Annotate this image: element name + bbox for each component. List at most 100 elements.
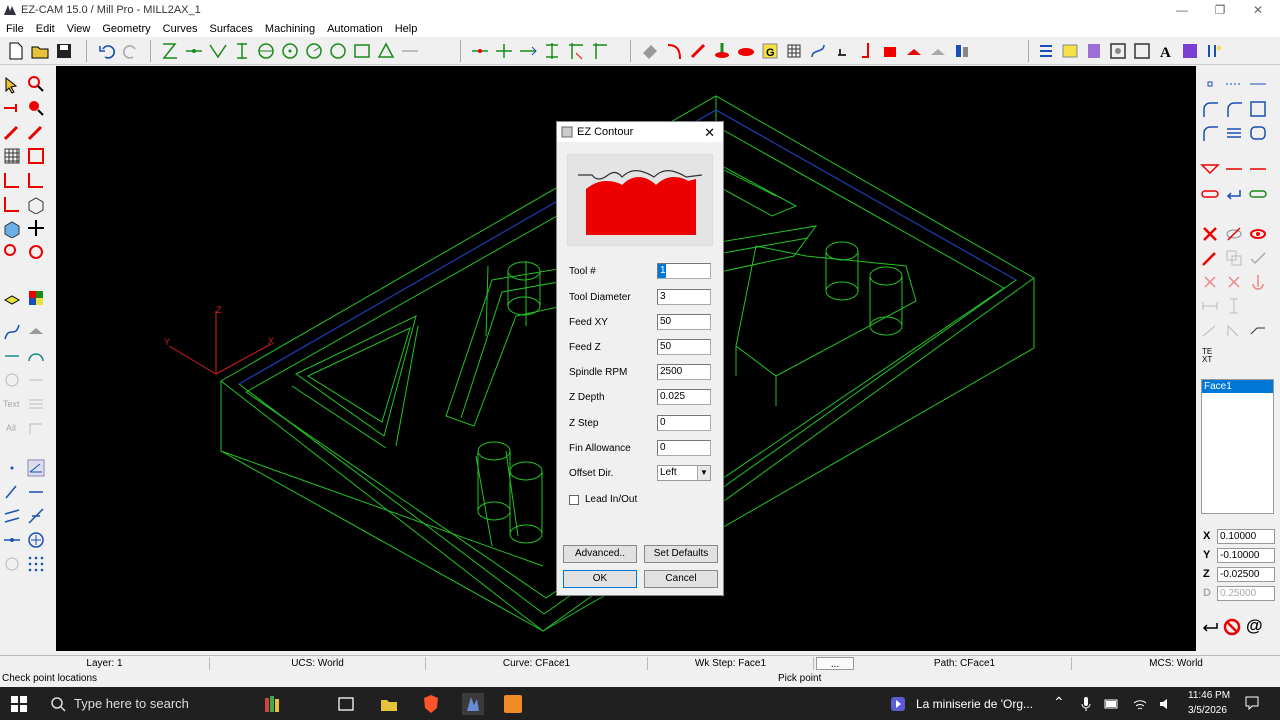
angle-snap-icon[interactable]	[26, 458, 46, 478]
tray-overflow-icon[interactable]: ⌃	[1053, 694, 1065, 711]
battery-icon[interactable]	[1104, 698, 1120, 710]
menu-surfaces[interactable]: Surfaces	[204, 23, 259, 35]
minimize-button[interactable]: —	[1163, 0, 1201, 20]
window-select-icon[interactable]	[26, 146, 46, 166]
view-iso-icon[interactable]	[26, 194, 46, 214]
dim-radius-icon[interactable]	[1224, 320, 1244, 340]
check-icon[interactable]	[1248, 248, 1268, 268]
grid-dots-icon[interactable]	[26, 554, 46, 574]
surface-gray-icon[interactable]	[640, 41, 660, 61]
hide-icon[interactable]	[1224, 224, 1244, 244]
slot-red-icon[interactable]	[1200, 184, 1220, 204]
arc-corner-icon[interactable]	[1200, 99, 1220, 119]
z-depth-input[interactable]: 0.025	[657, 389, 711, 405]
tool-diameter-input[interactable]: 3	[657, 289, 711, 305]
volume-icon[interactable]	[1158, 697, 1172, 711]
undo-icon[interactable]	[97, 41, 117, 61]
lead-in-out-checkbox[interactable]	[569, 494, 579, 505]
notification-icon[interactable]	[1245, 696, 1259, 710]
menu-edit[interactable]: Edit	[30, 23, 61, 35]
feed-xy-input[interactable]: 50	[657, 314, 711, 330]
pen-blend-icon[interactable]	[26, 122, 46, 142]
file-explorer-icon[interactable]	[378, 693, 400, 715]
status-more-button[interactable]: ...	[816, 657, 854, 670]
dash-line-icon[interactable]	[1248, 74, 1268, 94]
dim-leader-icon[interactable]	[1248, 320, 1268, 340]
scale-x-icon[interactable]	[1224, 272, 1244, 292]
point-line-icon[interactable]	[400, 41, 420, 61]
parallel-snap-icon[interactable]	[2, 506, 22, 526]
return-key-icon[interactable]	[1200, 617, 1220, 637]
feed-z-input[interactable]: 50	[657, 339, 711, 355]
folder-layers-icon[interactable]	[1060, 41, 1080, 61]
z-step-input[interactable]: 0	[657, 415, 711, 431]
at-symbol-button[interactable]: @	[1246, 616, 1263, 636]
face-list[interactable]: Face1	[1201, 379, 1274, 514]
set-defaults-button[interactable]: Set Defaults	[644, 545, 718, 563]
chain-select-icon[interactable]	[2, 98, 22, 118]
shade-icon[interactable]	[928, 41, 948, 61]
gcode-icon[interactable]: G	[760, 41, 780, 61]
microphone-icon[interactable]	[1080, 697, 1092, 711]
fin-allowance-input[interactable]: 0	[657, 440, 711, 456]
redo-icon[interactable]	[121, 41, 141, 61]
horizontal-line-icon[interactable]	[184, 41, 204, 61]
line-polyline-icon[interactable]	[160, 41, 180, 61]
brave-browser-icon[interactable]	[420, 693, 442, 715]
grid-table-icon[interactable]	[784, 41, 804, 61]
advanced-button[interactable]: Advanced..	[563, 545, 637, 563]
edit-pen-red-icon[interactable]	[1200, 248, 1220, 268]
rectangle-icon[interactable]	[352, 41, 372, 61]
parallel-lines-icon[interactable]	[1224, 123, 1244, 143]
point-snap-icon[interactable]	[2, 458, 22, 478]
view-front-icon[interactable]	[26, 170, 46, 190]
center-snap-icon[interactable]	[26, 530, 46, 550]
select-pointer-icon[interactable]	[2, 74, 22, 94]
open-folder-icon[interactable]	[30, 41, 50, 61]
rotate-view-icon[interactable]	[26, 242, 46, 262]
offset-icon[interactable]	[542, 41, 562, 61]
coord-z-input[interactable]: -0.02500	[1217, 566, 1275, 582]
media-title[interactable]: La miniserie de 'Org...	[916, 697, 1033, 711]
coord-y-input[interactable]: -0.10000	[1217, 547, 1275, 563]
circle-tangent-icon[interactable]	[304, 41, 324, 61]
show-eye-icon[interactable]	[1248, 224, 1268, 244]
menu-curves[interactable]: Curves	[157, 23, 204, 35]
taskbar-search[interactable]: Type here to search	[40, 687, 260, 720]
pen-edit-icon[interactable]	[2, 122, 22, 142]
coord-d-input[interactable]: 0.25000	[1217, 585, 1275, 601]
arc-cyan-icon[interactable]	[26, 346, 46, 366]
layers-purple-icon[interactable]	[1084, 41, 1104, 61]
trim-icon[interactable]	[470, 41, 490, 61]
chamfer-icon[interactable]	[1200, 159, 1220, 179]
save-icon[interactable]	[54, 41, 74, 61]
menu-help[interactable]: Help	[389, 23, 424, 35]
line-cyan-icon[interactable]	[2, 346, 22, 366]
cancel-circle-icon[interactable]	[1222, 617, 1242, 637]
text-tool-label[interactable]: TE XT	[1202, 348, 1212, 364]
dialog-close-icon[interactable]: ✕	[704, 125, 715, 141]
clock-time[interactable]: 11:46 PM	[1188, 690, 1230, 701]
zoom-window-icon[interactable]	[26, 74, 46, 94]
tool-number-input[interactable]: 1	[657, 263, 711, 279]
extend-icon[interactable]	[518, 41, 538, 61]
arc-corner-2-icon[interactable]	[1200, 123, 1220, 143]
toolpath-icon[interactable]	[808, 41, 828, 61]
ezcam-taskbar-icon[interactable]	[462, 693, 484, 715]
orange-app-icon[interactable]	[502, 693, 524, 715]
windows-start-icon[interactable]	[11, 696, 27, 712]
move-arrows-icon[interactable]	[26, 218, 46, 238]
menu-view[interactable]: View	[61, 23, 97, 35]
vertical-line-icon[interactable]	[232, 41, 252, 61]
view-top-icon[interactable]	[2, 170, 22, 190]
text-tool-icon[interactable]: A	[1156, 41, 1176, 61]
circle-outline-icon[interactable]	[2, 554, 22, 574]
magnet-icon[interactable]	[2, 242, 22, 262]
face-list-item[interactable]: Face1	[1202, 380, 1273, 393]
lead-in-out-row[interactable]: Lead In/Out	[569, 494, 637, 505]
fillet-icon[interactable]	[590, 41, 610, 61]
fit-view-icon[interactable]	[1108, 41, 1128, 61]
rounded-rect-icon[interactable]	[1248, 123, 1268, 143]
break-icon[interactable]	[494, 41, 514, 61]
menu-geometry[interactable]: Geometry	[96, 23, 156, 35]
